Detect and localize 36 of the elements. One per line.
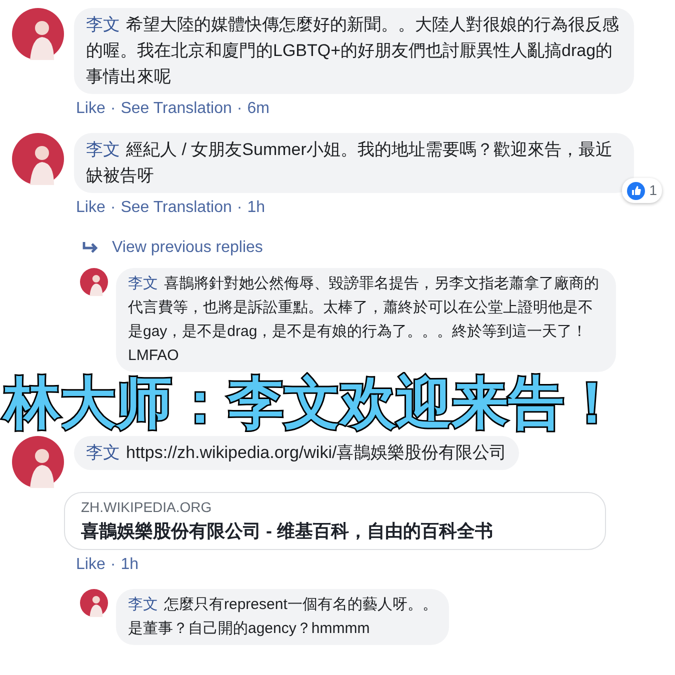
avatar[interactable] xyxy=(80,589,108,617)
separator: · xyxy=(110,198,116,218)
separator: · xyxy=(236,99,242,119)
author-name[interactable]: 李文 xyxy=(128,596,158,613)
avatar[interactable] xyxy=(12,8,64,60)
like-link[interactable]: Like xyxy=(76,553,106,577)
link-title: 喜鵲娛樂股份有限公司 - 维基百科，自由的百科全书 xyxy=(81,520,494,543)
comment-text: 李文 喜鵲將針對她公然侮辱、毀謗罪名提告，另李文指老蕭拿了廠商的代言費等，也將是訴訟重點。太棒了，蕭終於可以在公堂上證明他是不是gay，是不是drag，是不是有娘的行為了。。。終於等到這一天了！LMFAO xyxy=(128,274,600,366)
link-domain: ZH.WIKIPEDIA.ORG xyxy=(81,498,213,517)
separator: · xyxy=(110,99,116,119)
author-name[interactable]: 李文 xyxy=(86,443,120,462)
reply-arrow-icon xyxy=(82,242,98,254)
author-name[interactable]: 李文 xyxy=(128,275,158,292)
avatar[interactable] xyxy=(80,268,108,296)
timestamp: 1h xyxy=(120,555,138,575)
avatar[interactable] xyxy=(12,436,64,488)
avatar[interactable] xyxy=(12,133,64,185)
comment-text: 李文 怎麼只有represent一個有名的藝人呀。。 是董事？自己開的agency？hmmmm xyxy=(128,595,438,639)
view-replies-link[interactable]: View previous replies xyxy=(112,236,263,260)
like-link[interactable]: Like xyxy=(76,97,106,121)
timestamp: 1h xyxy=(247,198,265,218)
translation-link[interactable]: See Translation xyxy=(120,196,232,220)
author-name[interactable]: 李文 xyxy=(86,140,120,159)
comment-text: 李文 經紀人 / 女朋友Summer小姐。我的地址需要嗎？歡迎來告，最近缺被告呀 xyxy=(86,139,614,187)
reaction-count[interactable]: 1 xyxy=(622,178,662,203)
like-icon xyxy=(627,182,646,200)
overlay-caption: 林大师：李文欢迎来告！ xyxy=(4,370,621,436)
timestamp: 6m xyxy=(247,99,270,119)
comment-text: 李文 https://zh.wikipedia.org/wiki/喜鵲娛樂股份有限公司 xyxy=(86,442,507,464)
author-name[interactable]: 李文 xyxy=(86,15,120,34)
separator: · xyxy=(236,198,242,218)
comment-text: 李文 希望大陸的媒體快傳怎麼好的新聞。。大陸人對很娘的行為很反感的喔。我在北京和廈門的LGBTQ+的好朋友們也討厭異性人亂搞drag的事情出來呢 xyxy=(86,14,620,88)
link-preview-card[interactable]: ZH.WIKIPEDIA.ORG 喜鵲娛樂股份有限公司 - 维基百科，自由的百科全书 xyxy=(64,492,606,550)
separator: · xyxy=(110,555,116,575)
translation-link[interactable]: See Translation xyxy=(120,97,232,121)
like-link[interactable]: Like xyxy=(76,196,106,220)
